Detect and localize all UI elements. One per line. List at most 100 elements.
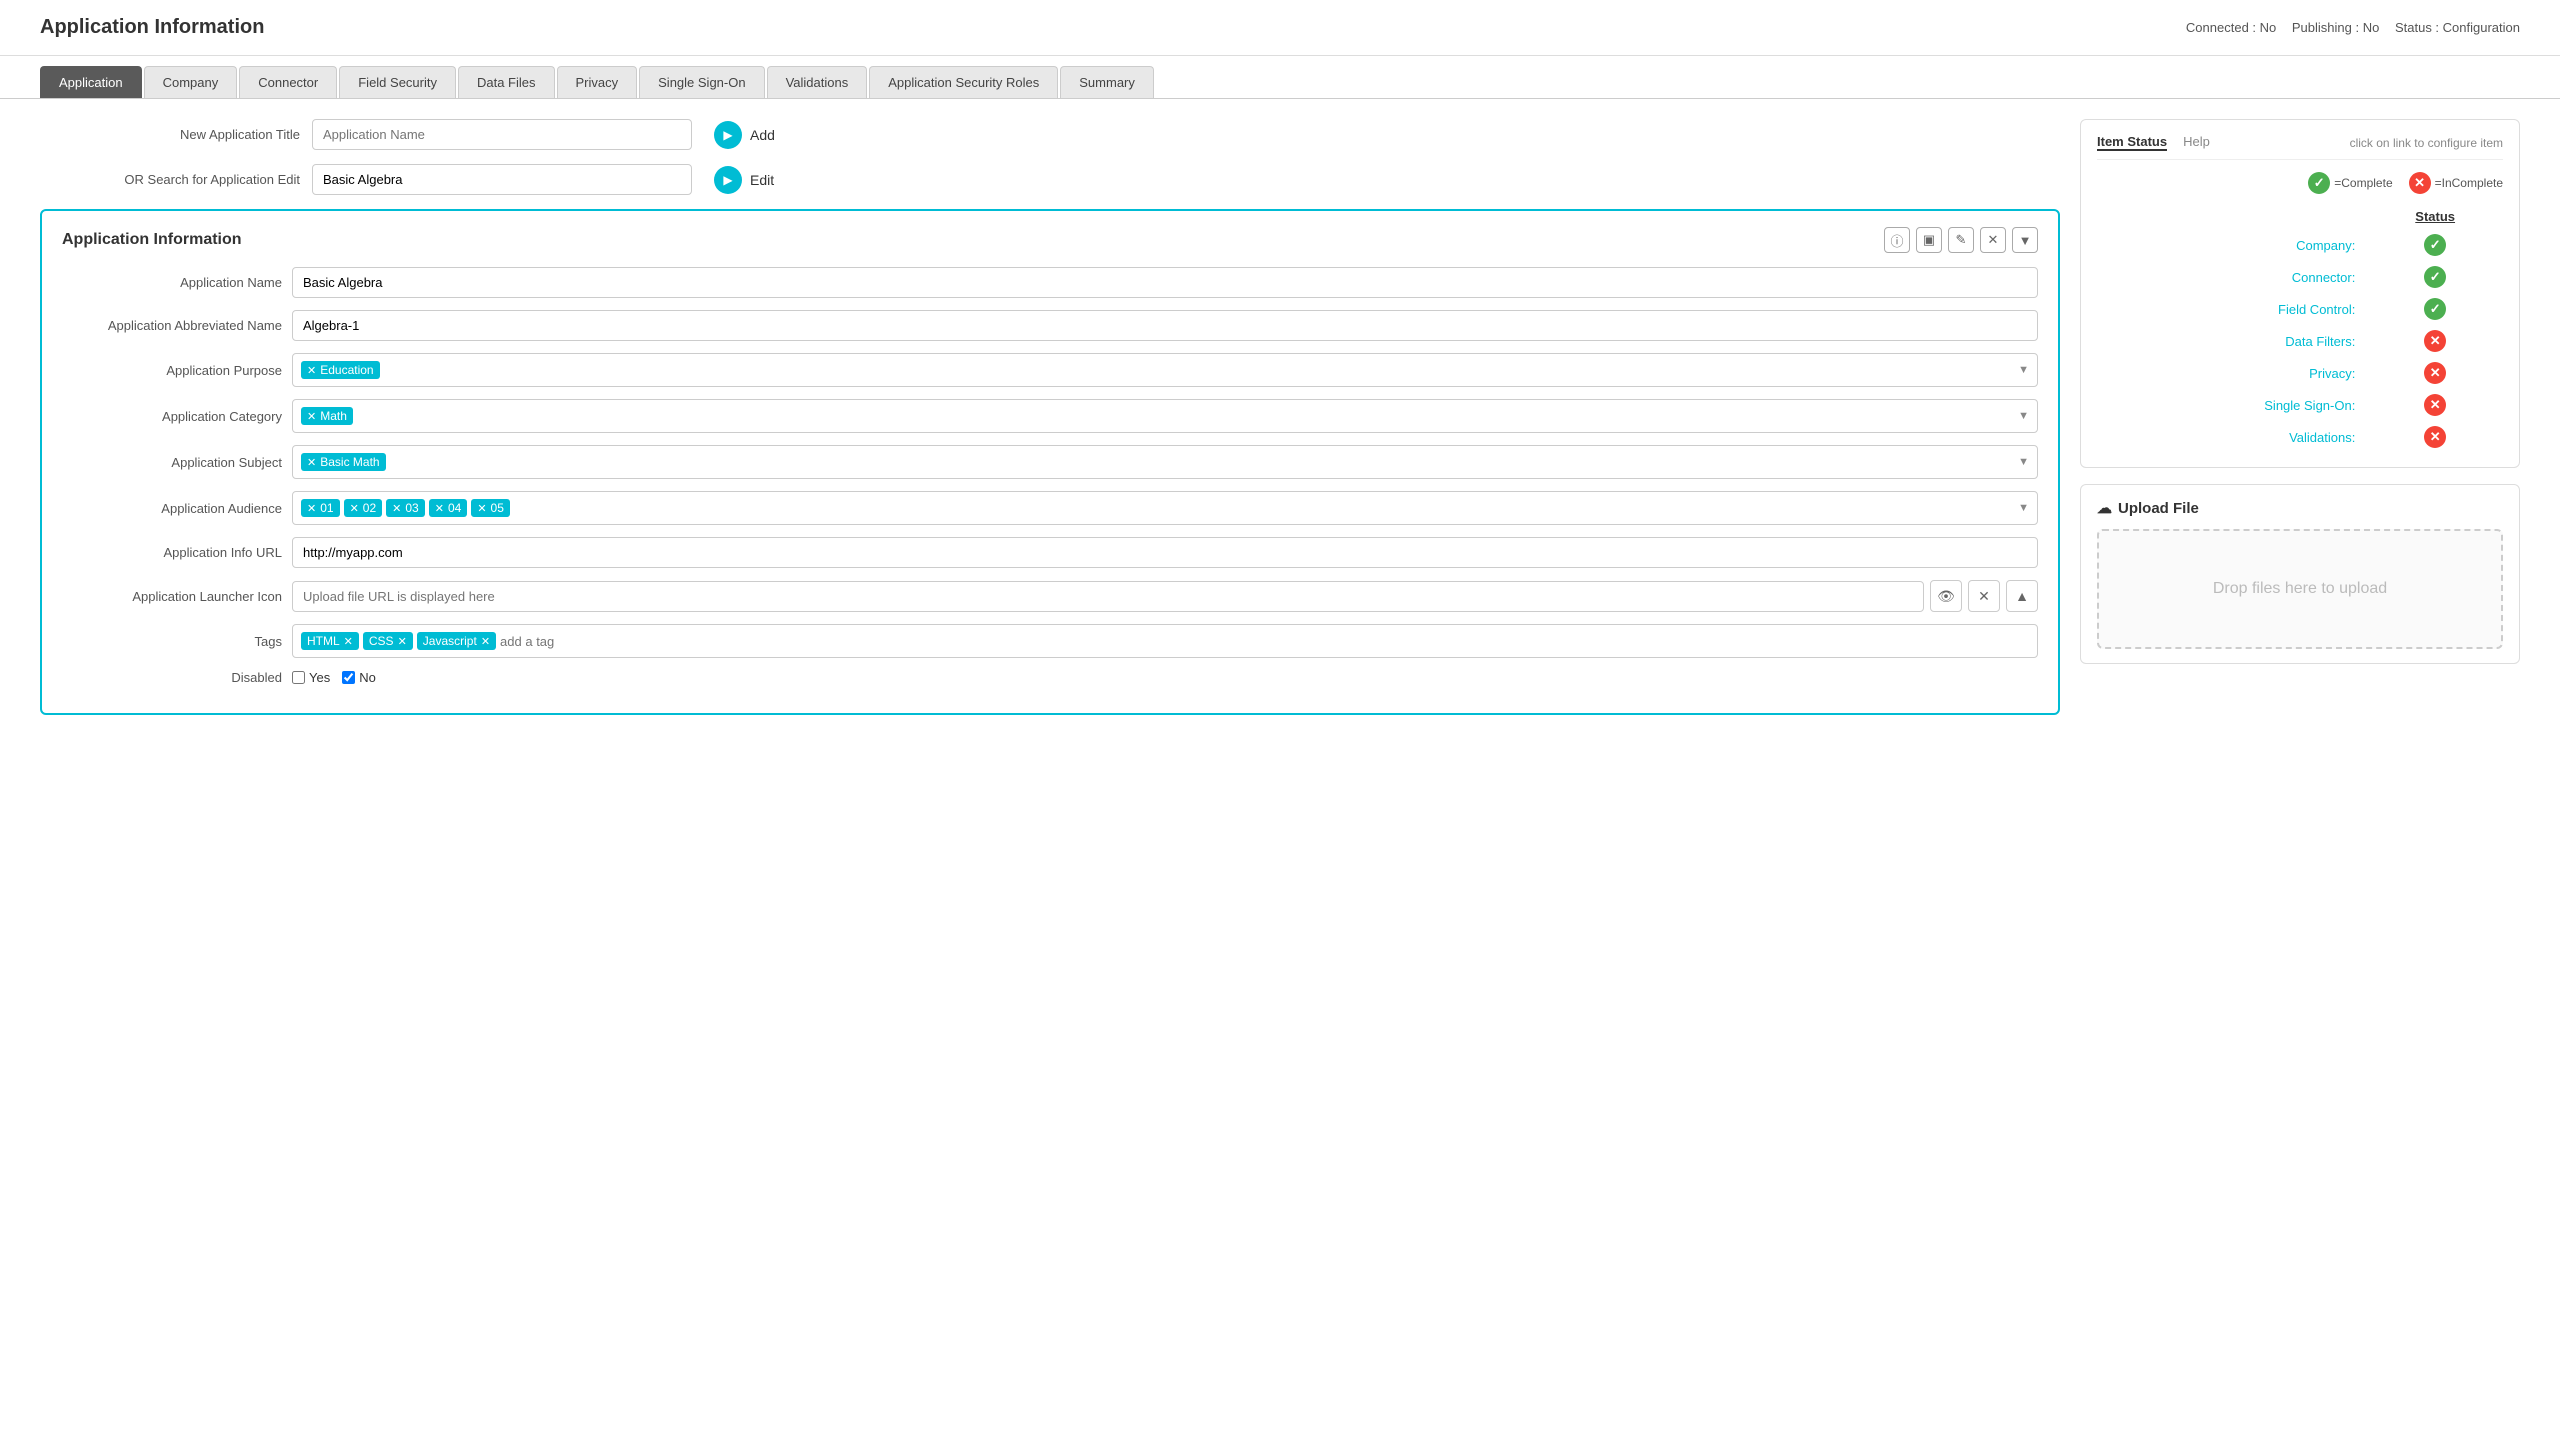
app-launcher-icon-label: Application Launcher Icon xyxy=(62,589,282,604)
sso-status-icon: ✕ xyxy=(2424,394,2446,416)
tabs-row: Application Company Connector Field Secu… xyxy=(0,56,2560,99)
company-label[interactable]: Company: xyxy=(2097,229,2367,261)
app-abbr-input[interactable] xyxy=(292,310,2038,341)
app-name-input[interactable] xyxy=(292,267,2038,298)
audience-tag-01: ✕01 xyxy=(301,499,340,517)
app-purpose-select[interactable]: ✕ Education ▼ xyxy=(292,353,2038,387)
audience-tag-04: ✕04 xyxy=(429,499,468,517)
app-audience-select[interactable]: ✕01 ✕02 ✕03 ✕04 ✕05 ▼ xyxy=(292,491,2038,525)
search-label: OR Search for Application Edit xyxy=(40,172,300,187)
app-category-select[interactable]: ✕ Math ▼ xyxy=(292,399,2038,433)
audience-dropdown-arrow: ▼ xyxy=(2018,502,2029,514)
app-category-label: Application Category xyxy=(62,409,282,424)
new-app-row: New Application Title ▶ Add xyxy=(40,119,2060,150)
clear-button[interactable]: ✕ xyxy=(1968,580,2000,612)
tab-data-files[interactable]: Data Files xyxy=(458,66,555,98)
data-filters-status: ✕ xyxy=(2367,325,2503,357)
disabled-no-checkbox[interactable] xyxy=(342,671,355,684)
add-button[interactable]: ▶ Add xyxy=(714,121,775,149)
sso-status: ✕ xyxy=(2367,389,2503,421)
disabled-yes-checkbox[interactable] xyxy=(292,671,305,684)
privacy-label[interactable]: Privacy: xyxy=(2097,357,2367,389)
header-status: Connected : No Publishing : No Status : … xyxy=(2174,20,2520,35)
tag-html: HTML ✕ xyxy=(301,632,359,650)
audience-tag-02: ✕02 xyxy=(344,499,383,517)
data-filters-label[interactable]: Data Filters: xyxy=(2097,325,2367,357)
legend-complete-text: =Complete xyxy=(2334,176,2392,190)
new-app-input[interactable] xyxy=(312,119,692,150)
new-app-label: New Application Title xyxy=(40,127,300,142)
tab-single-sign-on[interactable]: Single Sign-On xyxy=(639,66,764,98)
info-box-title: Application Information xyxy=(62,231,242,249)
search-row: OR Search for Application Edit ▶ Edit xyxy=(40,164,2060,195)
launcher-icon-url-input[interactable] xyxy=(292,581,1924,612)
close-icon[interactable]: ✕ xyxy=(1980,227,2006,253)
privacy-status: ✕ xyxy=(2367,357,2503,389)
status-box-header: Item Status Help click on link to config… xyxy=(2097,134,2503,160)
tab-item-status[interactable]: Item Status xyxy=(2097,134,2167,151)
app-tags-row: Tags HTML ✕ CSS ✕ Javascript ✕ xyxy=(62,624,2038,658)
app-info-url-label: Application Info URL xyxy=(62,545,282,560)
page-title: Application Information xyxy=(40,16,264,39)
search-input[interactable] xyxy=(312,164,692,195)
app-subject-select[interactable]: ✕ Basic Math ▼ xyxy=(292,445,2038,479)
tag-javascript: Javascript ✕ xyxy=(417,632,496,650)
table-row: Single Sign-On: ✕ xyxy=(2097,389,2503,421)
disabled-yes-label[interactable]: Yes xyxy=(292,670,330,685)
disabled-row: Disabled Yes No xyxy=(62,670,2038,685)
field-control-status-icon: ✓ xyxy=(2424,298,2446,320)
tab-security-roles[interactable]: Application Security Roles xyxy=(869,66,1058,98)
status-box: Item Status Help click on link to config… xyxy=(2080,119,2520,468)
legend-incomplete-text: =InComplete xyxy=(2435,176,2503,190)
left-panel: New Application Title ▶ Add OR Search fo… xyxy=(40,119,2060,715)
add-tag-input[interactable] xyxy=(500,634,676,649)
category-dropdown-arrow: ▼ xyxy=(2018,410,2029,422)
drop-zone-text: Drop files here to upload xyxy=(2213,580,2387,598)
drop-zone[interactable]: Drop files here to upload xyxy=(2097,529,2503,649)
app-info-url-input[interactable] xyxy=(292,537,2038,568)
tab-application[interactable]: Application xyxy=(40,66,142,98)
subject-dropdown-arrow: ▼ xyxy=(2018,456,2029,468)
field-control-label[interactable]: Field Control: xyxy=(2097,293,2367,325)
tab-validations[interactable]: Validations xyxy=(767,66,868,98)
edit-button[interactable]: ▶ Edit xyxy=(714,166,774,194)
upload-button[interactable]: ▲ xyxy=(2006,580,2038,612)
validations-status-icon: ✕ xyxy=(2424,426,2446,448)
connector-label[interactable]: Connector: xyxy=(2097,261,2367,293)
monitor-icon[interactable]: ▣ xyxy=(1916,227,1942,253)
purpose-tag-education: ✕ Education xyxy=(301,361,380,379)
tags-container[interactable]: HTML ✕ CSS ✕ Javascript ✕ xyxy=(292,624,2038,658)
subject-tag-basic-math: ✕ Basic Math xyxy=(301,453,386,471)
app-purpose-label: Application Purpose xyxy=(62,363,282,378)
complete-icon: ✓ xyxy=(2308,172,2330,194)
upload-box-title: ☁ Upload File xyxy=(2097,499,2503,517)
status-tabs: Item Status Help xyxy=(2097,134,2210,151)
tab-help[interactable]: Help xyxy=(2183,134,2210,151)
sso-label[interactable]: Single Sign-On: xyxy=(2097,389,2367,421)
info-icon[interactable]: ⓘ xyxy=(1884,227,1910,253)
edit-icon[interactable]: ✎ xyxy=(1948,227,1974,253)
tab-field-security[interactable]: Field Security xyxy=(339,66,456,98)
upload-box: ☁ Upload File Drop files here to upload xyxy=(2080,484,2520,664)
expand-icon[interactable]: ▼ xyxy=(2012,227,2038,253)
upload-box-title-text: Upload File xyxy=(2118,500,2199,517)
tab-company[interactable]: Company xyxy=(144,66,238,98)
validations-label[interactable]: Validations: xyxy=(2097,421,2367,453)
app-audience-label: Application Audience xyxy=(62,501,282,516)
status-legend: ✓ =Complete ✕ =InComplete xyxy=(2097,172,2503,194)
no-text: No xyxy=(359,670,376,685)
tab-privacy[interactable]: Privacy xyxy=(557,66,638,98)
tab-summary[interactable]: Summary xyxy=(1060,66,1154,98)
legend-complete: ✓ =Complete xyxy=(2308,172,2392,194)
tab-connector[interactable]: Connector xyxy=(239,66,337,98)
audience-tag-05: ✕05 xyxy=(471,499,510,517)
main-content: New Application Title ▶ Add OR Search fo… xyxy=(0,99,2560,735)
eye-button[interactable]: 👁 xyxy=(1930,580,1962,612)
app-launcher-icon-row: Application Launcher Icon 👁 ✕ ▲ xyxy=(62,580,2038,612)
status-connected: Connected : No xyxy=(2186,20,2276,35)
app-name-row: Application Name xyxy=(62,267,2038,298)
app-abbr-row: Application Abbreviated Name xyxy=(62,310,2038,341)
page-header: Application Information Connected : No P… xyxy=(0,0,2560,56)
edit-play-icon: ▶ xyxy=(714,166,742,194)
disabled-no-label[interactable]: No xyxy=(342,670,376,685)
